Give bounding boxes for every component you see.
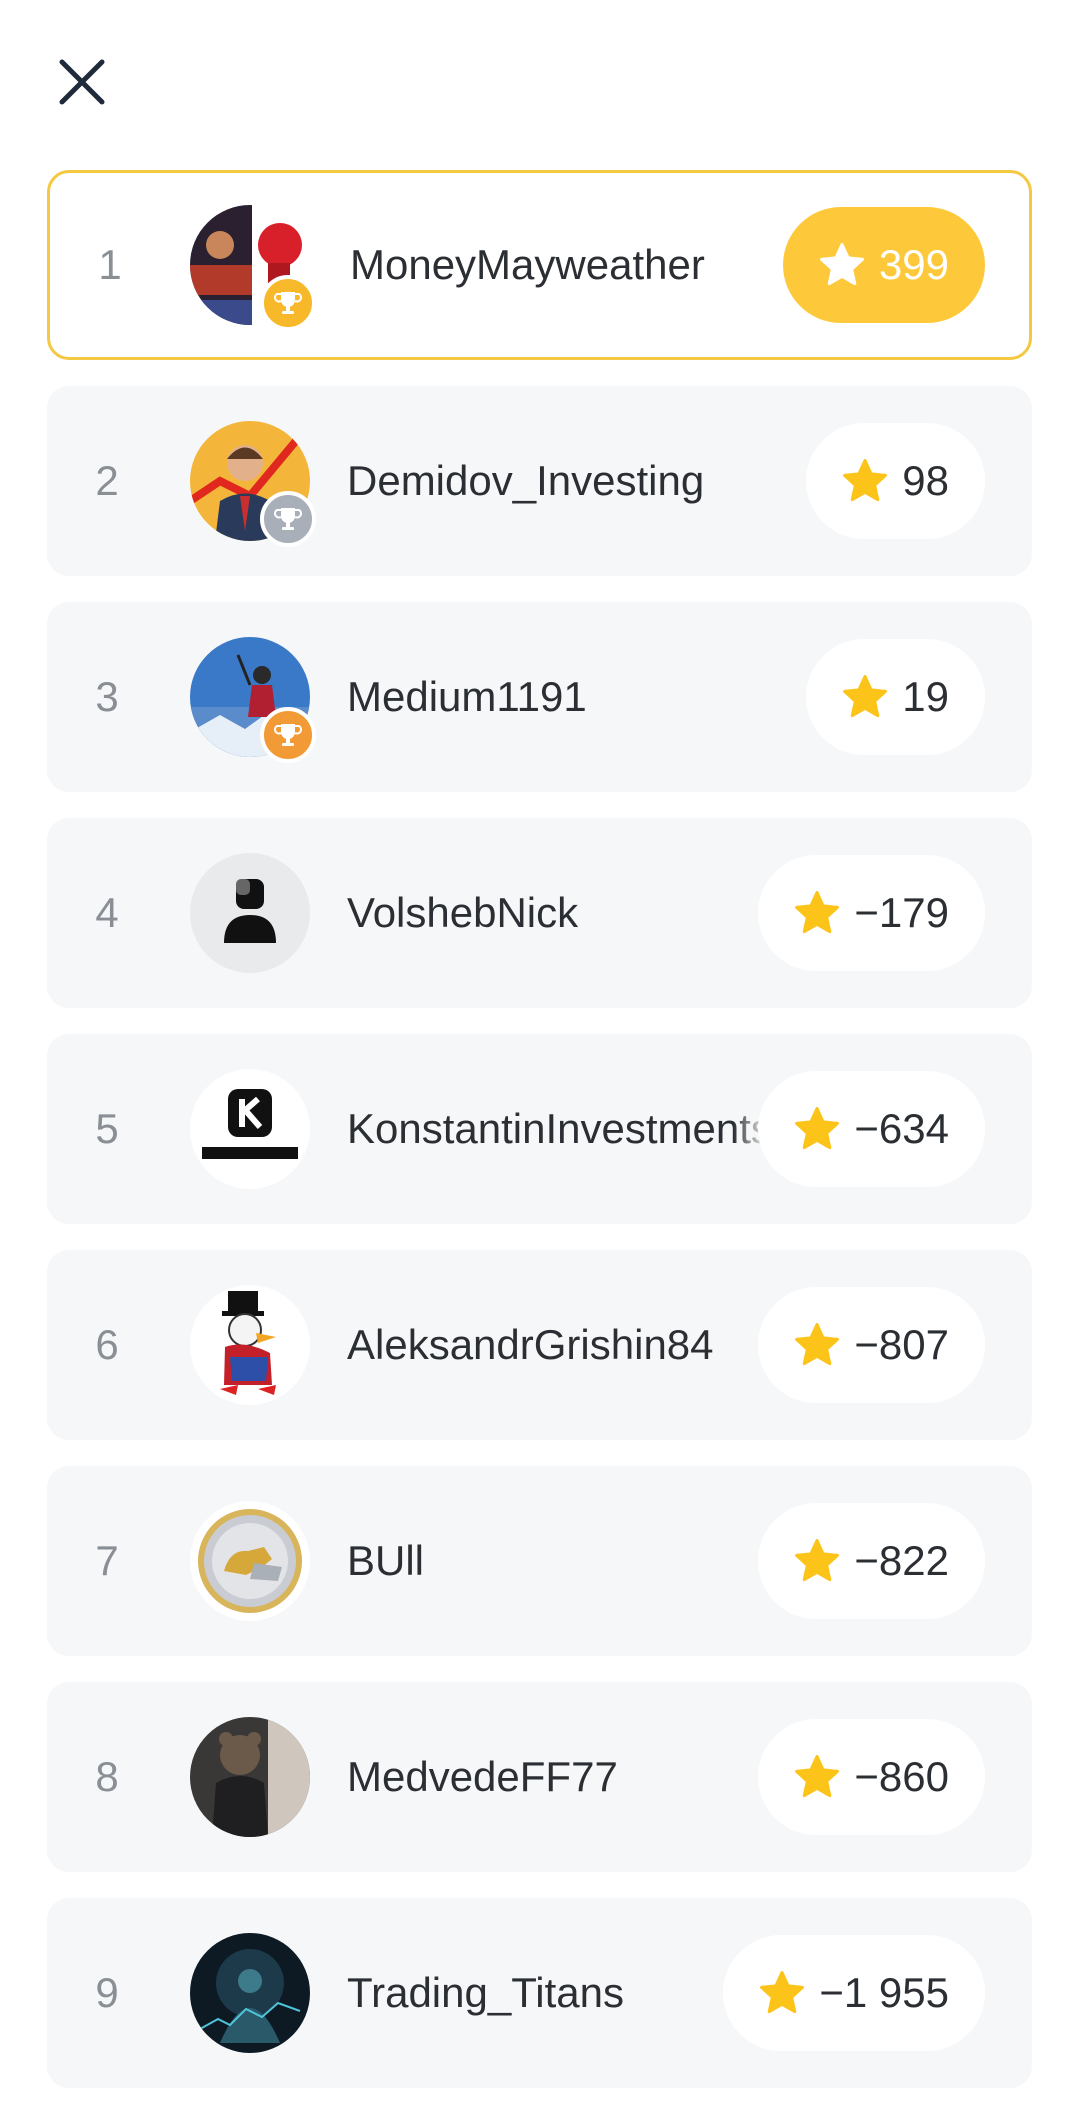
- score-value: −822: [854, 1537, 949, 1584]
- score-value: −807: [854, 1321, 949, 1368]
- star-icon: [795, 1323, 840, 1366]
- close-icon: [59, 59, 105, 105]
- star-icon: [795, 1539, 840, 1582]
- user-name: VolshebNick: [347, 889, 579, 936]
- score-value: −860: [854, 1753, 949, 1800]
- leaderboard-row[interactable]: 7 BUll −822: [47, 1466, 1032, 1656]
- avatar-image: [190, 853, 310, 973]
- leaderboard-row[interactable]: 2 Demidov_Investing 98: [47, 386, 1032, 576]
- user-name: AleksandrGrishin84: [347, 1321, 714, 1368]
- score-value: −179: [854, 889, 949, 936]
- user-name: Demidov_Investing: [347, 457, 705, 504]
- score-badge[interactable]: −860: [758, 1719, 985, 1835]
- avatar-image: [190, 1069, 310, 1189]
- leaderboard-row[interactable]: 8 MedvedeFF77 −860: [47, 1682, 1032, 1872]
- rank-number: 6: [95, 1321, 119, 1368]
- score-badge[interactable]: 98: [806, 423, 985, 539]
- close-button[interactable]: [52, 52, 112, 112]
- user-name: MoneyMayweather: [350, 241, 705, 288]
- score-value: 399: [878, 241, 949, 288]
- avatar[interactable]: [190, 853, 310, 973]
- avatar-image: [190, 1501, 310, 1621]
- star-icon: [795, 1107, 840, 1150]
- star-icon: [843, 675, 888, 718]
- star-icon: [795, 1755, 840, 1798]
- user-name: BUll: [347, 1537, 425, 1584]
- avatar[interactable]: [190, 205, 316, 331]
- avatar[interactable]: [190, 1933, 310, 2053]
- score-badge[interactable]: −179: [758, 855, 985, 971]
- avatar[interactable]: [190, 1501, 310, 1621]
- user-name: Trading_Titans: [347, 1969, 625, 2016]
- rank-number: 8: [95, 1753, 119, 1800]
- avatar[interactable]: [190, 637, 316, 763]
- avatar-image: [190, 1285, 310, 1405]
- score-value: −634: [854, 1105, 949, 1152]
- avatar[interactable]: [190, 1069, 310, 1189]
- rank-number: 2: [95, 457, 119, 504]
- rank-number: 9: [95, 1969, 119, 2016]
- trophy-icon: [260, 491, 316, 547]
- avatar[interactable]: [190, 421, 316, 547]
- trophy-icon: [260, 707, 316, 763]
- score-value: 19: [902, 673, 949, 720]
- avatar[interactable]: [190, 1717, 310, 1837]
- score-badge[interactable]: −822: [758, 1503, 985, 1619]
- leaderboard-row[interactable]: 4 VolshebNick −179: [47, 818, 1032, 1008]
- score-badge[interactable]: 19: [806, 639, 985, 755]
- score-value: 98: [902, 457, 949, 504]
- rank-number: 3: [95, 673, 119, 720]
- star-icon: [795, 891, 840, 934]
- star-icon: [843, 459, 888, 502]
- score-badge[interactable]: 399: [782, 207, 985, 323]
- score-badge[interactable]: −807: [758, 1287, 985, 1403]
- rank-number: 4: [95, 889, 119, 936]
- score-badge[interactable]: −634: [758, 1071, 985, 1187]
- leaderboard-row[interactable]: 9 Trading_Titans −1 955: [47, 1898, 1032, 2088]
- rank-number: 7: [95, 1537, 119, 1584]
- star-icon: [760, 1971, 805, 2014]
- avatar-image: [190, 1717, 310, 1837]
- user-name: Medium1191: [347, 673, 587, 720]
- rank-number: 5: [95, 1105, 119, 1152]
- avatar[interactable]: [190, 1285, 310, 1405]
- star-icon: [819, 243, 864, 286]
- score-badge[interactable]: −1 955: [723, 1935, 985, 2051]
- leaderboard-list: 1 MoneyMayweather 399 2 Demidov_Investin…: [47, 170, 1032, 2114]
- leaderboard-row[interactable]: 6 AleksandrGrishin84 −807: [47, 1250, 1032, 1440]
- leaderboard-row[interactable]: 5 KonstantinInvestments −634: [47, 1034, 1032, 1224]
- user-name: MedvedeFF77: [347, 1753, 618, 1800]
- user-name: KonstantinInvestments: [347, 1105, 767, 1152]
- rank-number: 1: [98, 241, 122, 288]
- leaderboard-row[interactable]: 1 MoneyMayweather 399: [47, 170, 1032, 360]
- score-value: −1 955: [819, 1969, 949, 2016]
- avatar-image: [190, 1933, 310, 2053]
- leaderboard-row[interactable]: 3 Medium1191 19: [47, 602, 1032, 792]
- trophy-icon: [260, 275, 316, 331]
